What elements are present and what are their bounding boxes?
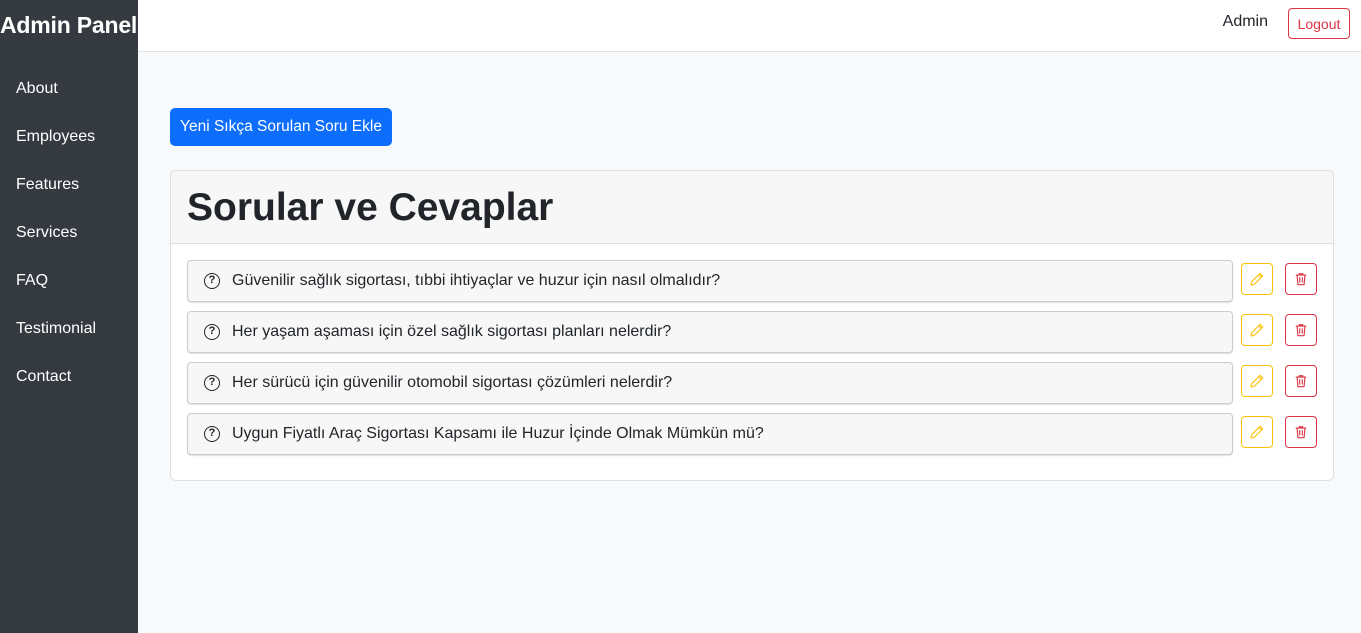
question-circle-icon: ?: [204, 273, 220, 289]
trash-icon: [1295, 426, 1307, 439]
topbar: Admin Logout: [138, 0, 1361, 52]
faq-question: Güvenilir sağlık sigortası, tıbbi ihtiya…: [232, 272, 721, 289]
faq-row: ? Güvenilir sağlık sigortası, tıbbi ihti…: [187, 260, 1318, 302]
edit-button[interactable]: [1241, 314, 1273, 346]
sidebar: Admin Panel About Employees Features Ser…: [0, 0, 138, 633]
sidebar-item-about[interactable]: About: [0, 65, 138, 113]
faq-question: Her sürücü için güvenilir otomobil sigor…: [232, 374, 673, 391]
delete-button[interactable]: [1285, 263, 1317, 295]
sidebar-item-faq[interactable]: FAQ: [0, 257, 138, 305]
sidebar-item-contact[interactable]: Contact: [0, 353, 138, 401]
trash-icon: [1295, 375, 1307, 388]
edit-button[interactable]: [1241, 263, 1273, 295]
user-name: Admin: [1222, 13, 1268, 30]
faq-item[interactable]: ? Güvenilir sağlık sigortası, tıbbi ihti…: [187, 260, 1233, 302]
edit-button[interactable]: [1241, 416, 1273, 448]
faq-question: Her yaşam aşaması için özel sağlık sigor…: [232, 323, 672, 340]
sidebar-item-testimonial[interactable]: Testimonial: [0, 305, 138, 353]
brand-title: Admin Panel: [0, 12, 138, 38]
logout-button[interactable]: Logout: [1288, 8, 1350, 39]
sidebar-nav: About Employees Features Services FAQ Te…: [0, 65, 138, 401]
faq-row: ? Her yaşam aşaması için özel sağlık sig…: [187, 311, 1318, 353]
sidebar-item-services[interactable]: Services: [0, 209, 138, 257]
pencil-icon: [1250, 323, 1264, 337]
question-circle-icon: ?: [204, 375, 220, 391]
delete-button[interactable]: [1285, 416, 1317, 448]
question-circle-icon: ?: [204, 324, 220, 340]
add-faq-button[interactable]: Yeni Sıkça Sorulan Soru Ekle: [170, 108, 392, 146]
faq-question: Uygun Fiyatlı Araç Sigortası Kapsamı ile…: [232, 425, 764, 442]
faq-row: ? Her sürücü için güvenilir otomobil sig…: [187, 362, 1318, 404]
delete-button[interactable]: [1285, 365, 1317, 397]
pencil-icon: [1250, 272, 1264, 286]
pencil-icon: [1250, 374, 1264, 388]
pencil-icon: [1250, 425, 1264, 439]
faq-item[interactable]: ? Her yaşam aşaması için özel sağlık sig…: [187, 311, 1233, 353]
faq-item[interactable]: ? Her sürücü için güvenilir otomobil sig…: [187, 362, 1233, 404]
card-title: Sorular ve Cevaplar: [187, 186, 554, 229]
faq-item[interactable]: ? Uygun Fiyatlı Araç Sigortası Kapsamı i…: [187, 413, 1233, 455]
sidebar-item-employees[interactable]: Employees: [0, 113, 138, 161]
faq-row: ? Uygun Fiyatlı Araç Sigortası Kapsamı i…: [187, 413, 1318, 455]
edit-button[interactable]: [1241, 365, 1273, 397]
trash-icon: [1295, 324, 1307, 337]
trash-icon: [1295, 273, 1307, 286]
sidebar-item-features[interactable]: Features: [0, 161, 138, 209]
card-header: Sorular ve Cevaplar: [171, 171, 1333, 244]
faq-card: Sorular ve Cevaplar ? Güvenilir sağlık s…: [170, 170, 1334, 481]
delete-button[interactable]: [1285, 314, 1317, 346]
question-circle-icon: ?: [204, 426, 220, 442]
